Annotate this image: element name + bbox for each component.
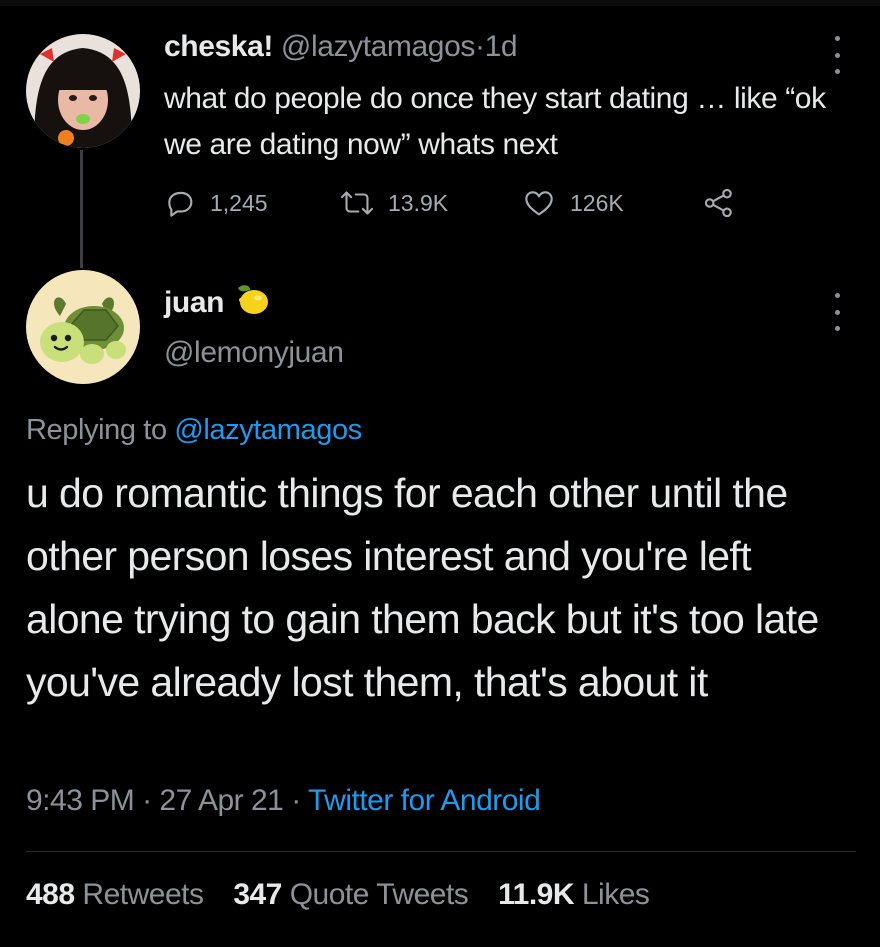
tweet-time[interactable]: 9:43 PM <box>26 784 135 817</box>
reply-action[interactable]: 1,245 <box>164 185 268 221</box>
retweets-stat-count: 488 <box>26 878 75 911</box>
replying-to-line: Replying to @lazytamagos <box>26 414 362 447</box>
top-edge <box>0 0 880 6</box>
tweet-source-link[interactable]: Twitter for Android <box>308 784 541 817</box>
meta-separator-1: · <box>142 784 152 817</box>
parent-age[interactable]: 1d <box>485 30 518 63</box>
lemon-icon <box>232 282 270 324</box>
quotes-stat[interactable]: 347 Quote Tweets <box>233 878 468 911</box>
parent-display-name[interactable]: cheska! <box>164 30 273 63</box>
share-icon <box>702 187 736 219</box>
like-action[interactable]: 126K <box>522 185 624 221</box>
parent-tweet-header: cheska! @lazytamagos·1d <box>164 30 518 64</box>
cheska-avatar[interactable] <box>26 34 140 148</box>
retweets-stat[interactable]: 488 Retweets <box>26 878 204 911</box>
replying-prefix: Replying to <box>26 414 167 446</box>
reply-display-name[interactable]: juan <box>164 286 224 320</box>
likes-stat[interactable]: 11.9K Likes <box>498 878 650 911</box>
likes-stat-count: 11.9K <box>498 878 575 911</box>
reply-count: 1,245 <box>210 189 268 216</box>
retweet-count: 13.9K <box>388 189 449 216</box>
tweet-date[interactable]: 27 Apr 21 <box>159 784 283 817</box>
retweet-icon <box>340 187 374 219</box>
reply-icon <box>164 187 196 219</box>
tweet-meta: 9:43 PM · 27 Apr 21 · Twitter for Androi… <box>26 784 541 818</box>
retweet-action[interactable]: 13.9K <box>340 185 448 221</box>
tweet-stats: 488 Retweets 347 Quote Tweets 11.9K Like… <box>26 878 671 912</box>
quotes-stat-label: Quote Tweets <box>289 878 469 911</box>
reply-more-icon[interactable] <box>833 293 841 331</box>
parent-tweet-text: what do people do once they start dating… <box>164 82 826 161</box>
likes-stat-label: Likes <box>581 878 650 911</box>
share-action[interactable] <box>702 185 736 221</box>
juan-avatar[interactable] <box>26 270 140 384</box>
reply-handle[interactable]: @lemonyjuan <box>164 336 344 370</box>
meta-separator-2: · <box>291 784 301 817</box>
header-separator: · <box>474 30 485 63</box>
parent-more-icon[interactable] <box>833 36 841 74</box>
replying-handle-link[interactable]: @lazytamagos <box>174 414 362 446</box>
thread-line <box>80 150 83 268</box>
reply-display-name-row[interactable]: juan <box>164 282 270 324</box>
quotes-stat-count: 347 <box>233 878 282 911</box>
heart-icon <box>522 187 556 219</box>
reply-tweet-text: u do romantic things for each other unti… <box>26 470 819 705</box>
retweets-stat-label: Retweets <box>82 878 204 911</box>
like-count: 126K <box>570 189 624 216</box>
parent-handle[interactable]: @lazytamagos <box>281 30 475 63</box>
stats-divider <box>26 851 856 852</box>
